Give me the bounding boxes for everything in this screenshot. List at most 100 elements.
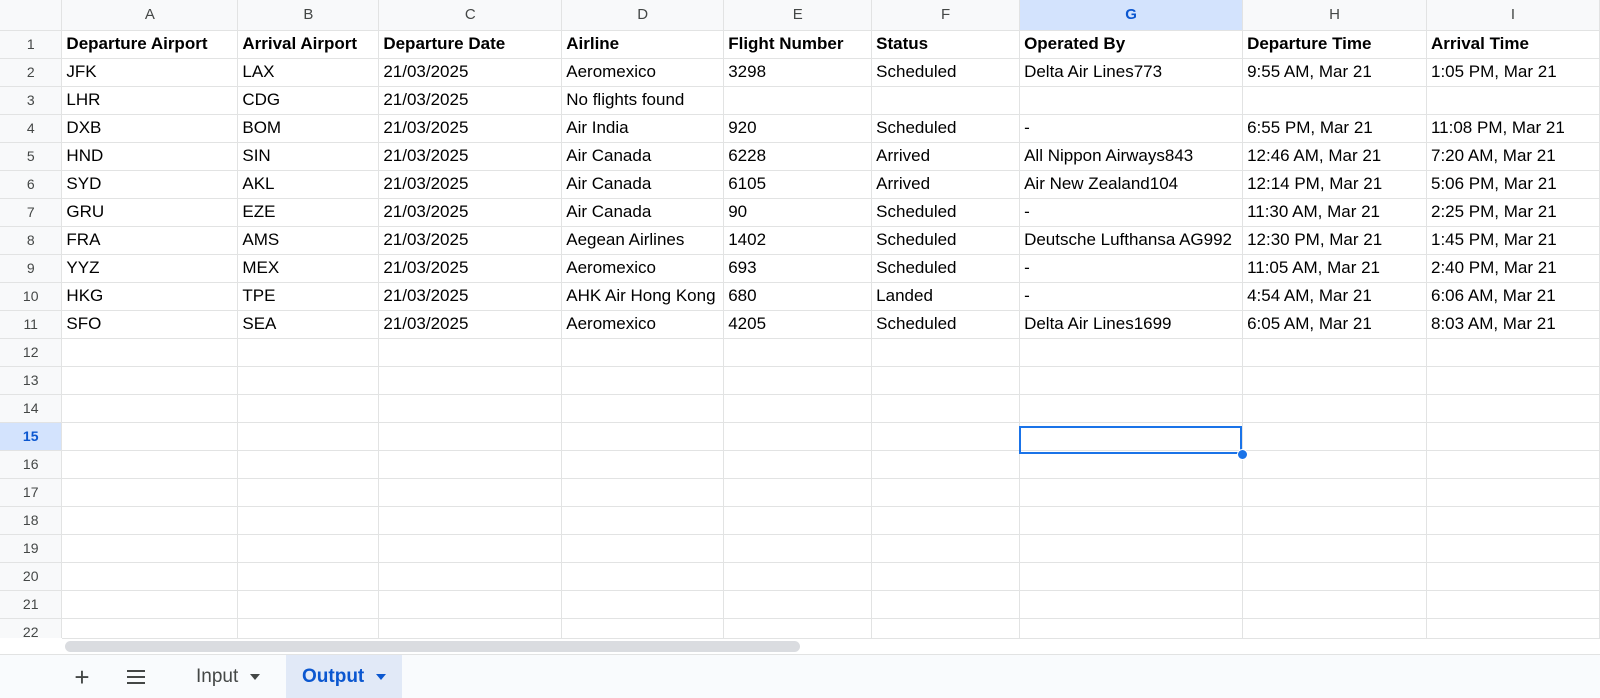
row-header[interactable]: 1 — [0, 30, 63, 59]
cell-e4[interactable]: 920 — [723, 114, 873, 143]
cell-g16[interactable] — [1019, 450, 1244, 479]
cell-d13[interactable] — [561, 366, 725, 395]
cell-h18[interactable] — [1242, 506, 1427, 535]
cell-e18[interactable] — [723, 506, 873, 535]
cell-e3[interactable] — [723, 86, 873, 115]
cell-c5[interactable]: 21/03/2025 — [378, 142, 563, 171]
cell-a9[interactable]: YYZ — [61, 254, 239, 283]
cell-i7[interactable]: 2:25 PM, Mar 21 — [1426, 198, 1600, 227]
cell-a6[interactable]: SYD — [61, 170, 239, 199]
row-header[interactable]: 10 — [0, 282, 63, 311]
cell-g3[interactable] — [1019, 86, 1244, 115]
row-header[interactable]: 18 — [0, 506, 63, 535]
cell-f11[interactable]: Scheduled — [871, 310, 1021, 339]
cell-d17[interactable] — [561, 478, 725, 507]
column-header-e[interactable]: E — [723, 0, 873, 31]
column-header-b[interactable]: B — [237, 0, 380, 31]
spreadsheet-grid[interactable]: ABCDEFGHI 1 Departure Airport Arrival Airp… — [0, 0, 1600, 638]
row-header[interactable]: 12 — [0, 338, 63, 367]
cell-c10[interactable]: 21/03/2025 — [378, 282, 563, 311]
cell-b6[interactable]: AKL — [237, 170, 380, 199]
cell-b21[interactable] — [237, 590, 380, 619]
cell-i19[interactable] — [1426, 534, 1600, 563]
row-header[interactable]: 13 — [0, 366, 63, 395]
cell-i5[interactable]: 7:20 AM, Mar 21 — [1426, 142, 1600, 171]
cell-b1[interactable]: Arrival Airport — [237, 30, 380, 59]
cell-c2[interactable]: 21/03/2025 — [378, 58, 563, 87]
cell-h1[interactable]: Departure Time — [1242, 30, 1427, 59]
cell-i10[interactable]: 6:06 AM, Mar 21 — [1426, 282, 1600, 311]
cell-b12[interactable] — [237, 338, 380, 367]
cell-f17[interactable] — [871, 478, 1021, 507]
cell-g15[interactable] — [1019, 422, 1244, 451]
cell-f13[interactable] — [871, 366, 1021, 395]
cell-i17[interactable] — [1426, 478, 1600, 507]
cell-e6[interactable]: 6105 — [723, 170, 873, 199]
cell-h15[interactable] — [1242, 422, 1427, 451]
cell-a20[interactable] — [61, 562, 239, 591]
cell-b20[interactable] — [237, 562, 380, 591]
cell-f18[interactable] — [871, 506, 1021, 535]
cell-i21[interactable] — [1426, 590, 1600, 619]
row-header[interactable]: 7 — [0, 198, 63, 227]
cell-d1[interactable]: Airline — [561, 30, 725, 59]
cell-f16[interactable] — [871, 450, 1021, 479]
cell-c9[interactable]: 21/03/2025 — [378, 254, 563, 283]
cell-e7[interactable]: 90 — [723, 198, 873, 227]
cell-i22[interactable] — [1426, 618, 1600, 638]
cell-f6[interactable]: Arrived — [871, 170, 1021, 199]
cell-a2[interactable]: JFK — [61, 58, 239, 87]
cell-h9[interactable]: 11:05 AM, Mar 21 — [1242, 254, 1427, 283]
cell-c18[interactable] — [378, 506, 563, 535]
cell-g4[interactable]: - — [1019, 114, 1244, 143]
cell-b18[interactable] — [237, 506, 380, 535]
cell-b22[interactable] — [237, 618, 380, 638]
cell-c21[interactable] — [378, 590, 563, 619]
cell-g17[interactable] — [1019, 478, 1244, 507]
cell-d12[interactable] — [561, 338, 725, 367]
cell-h13[interactable] — [1242, 366, 1427, 395]
cell-a13[interactable] — [61, 366, 239, 395]
cell-a3[interactable]: LHR — [61, 86, 239, 115]
cell-i4[interactable]: 11:08 PM, Mar 21 — [1426, 114, 1600, 143]
chevron-down-icon[interactable] — [250, 674, 261, 680]
column-header-a[interactable]: A — [61, 0, 239, 31]
cell-g2[interactable]: Delta Air Lines773 — [1019, 58, 1244, 87]
cell-g10[interactable]: - — [1019, 282, 1244, 311]
cell-e5[interactable]: 6228 — [723, 142, 873, 171]
cell-e20[interactable] — [723, 562, 873, 591]
select-all-corner[interactable] — [0, 0, 63, 31]
cell-h4[interactable]: 6:55 PM, Mar 21 — [1242, 114, 1427, 143]
cell-h5[interactable]: 12:46 AM, Mar 21 — [1242, 142, 1427, 171]
cell-i6[interactable]: 5:06 PM, Mar 21 — [1426, 170, 1600, 199]
cell-d6[interactable]: Air Canada — [561, 170, 725, 199]
cell-d15[interactable] — [561, 422, 725, 451]
cell-f15[interactable] — [871, 422, 1021, 451]
cell-g11[interactable]: Delta Air Lines1699 — [1019, 310, 1244, 339]
column-header-f[interactable]: F — [871, 0, 1021, 31]
cell-d9[interactable]: Aeromexico — [561, 254, 725, 283]
cell-a21[interactable] — [61, 590, 239, 619]
cell-b7[interactable]: EZE — [237, 198, 380, 227]
cell-f5[interactable]: Arrived — [871, 142, 1021, 171]
column-header-i[interactable]: I — [1426, 0, 1600, 31]
row-header[interactable]: 16 — [0, 450, 63, 479]
cell-b11[interactable]: SEA — [237, 310, 380, 339]
cell-d22[interactable] — [561, 618, 725, 638]
cell-a14[interactable] — [61, 394, 239, 423]
cell-a16[interactable] — [61, 450, 239, 479]
cell-g1[interactable]: Operated By — [1019, 30, 1244, 59]
cell-b15[interactable] — [237, 422, 380, 451]
cell-h19[interactable] — [1242, 534, 1427, 563]
cell-g5[interactable]: All Nippon Airways843 — [1019, 142, 1244, 171]
cell-f2[interactable]: Scheduled — [871, 58, 1021, 87]
cell-i8[interactable]: 1:45 PM, Mar 21 — [1426, 226, 1600, 255]
row-header[interactable]: 6 — [0, 170, 63, 199]
cell-d16[interactable] — [561, 450, 725, 479]
cell-g19[interactable] — [1019, 534, 1244, 563]
cell-g20[interactable] — [1019, 562, 1244, 591]
cell-e14[interactable] — [723, 394, 873, 423]
cell-h3[interactable] — [1242, 86, 1427, 115]
cell-g9[interactable]: - — [1019, 254, 1244, 283]
cell-b14[interactable] — [237, 394, 380, 423]
